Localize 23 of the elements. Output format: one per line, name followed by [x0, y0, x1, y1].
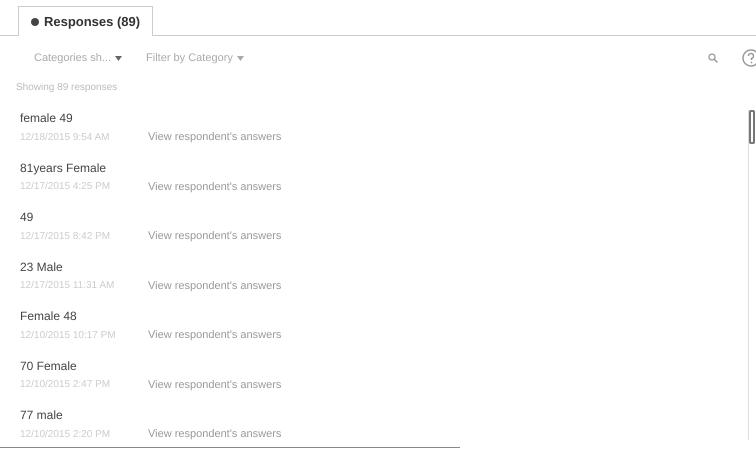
- view-answers-link[interactable]: View respondent's answers: [148, 327, 282, 344]
- caret-icon: [236, 56, 244, 60]
- respondent-name: 77 male: [20, 407, 63, 424]
- scrollbar-thumb[interactable]: [749, 110, 755, 144]
- respondent-name: Female 48: [20, 308, 77, 325]
- help-icon[interactable]: [742, 49, 756, 67]
- view-answers-link[interactable]: View respondent's answers: [148, 228, 282, 244]
- respondent-name: 70 Female: [20, 358, 77, 374]
- view-answers-link[interactable]: View respondent's answers: [148, 178, 282, 195]
- view-answers-link[interactable]: View respondent's answers: [148, 426, 282, 442]
- summary-text: Showing 89 responses: [15, 81, 118, 95]
- respondent-name: 49: [20, 209, 34, 226]
- responses-tab[interactable]: Responses (89): [18, 6, 154, 36]
- filter-dropdown[interactable]: Categories sh...: [34, 50, 122, 66]
- caret-icon: [115, 56, 122, 60]
- respondent-name: 81years Female: [20, 160, 106, 176]
- view-answers-link[interactable]: View respondent's answers: [148, 278, 282, 294]
- search-icon[interactable]: [708, 53, 718, 63]
- respondent-name: female 49: [20, 110, 73, 127]
- view-answers-link[interactable]: View respondent's answers: [148, 129, 282, 146]
- filter-dropdown[interactable]: Filter by Category: [146, 50, 244, 66]
- respondent-name: 23 Male: [20, 258, 63, 276]
- view-answers-link[interactable]: View respondent's answers: [148, 376, 282, 393]
